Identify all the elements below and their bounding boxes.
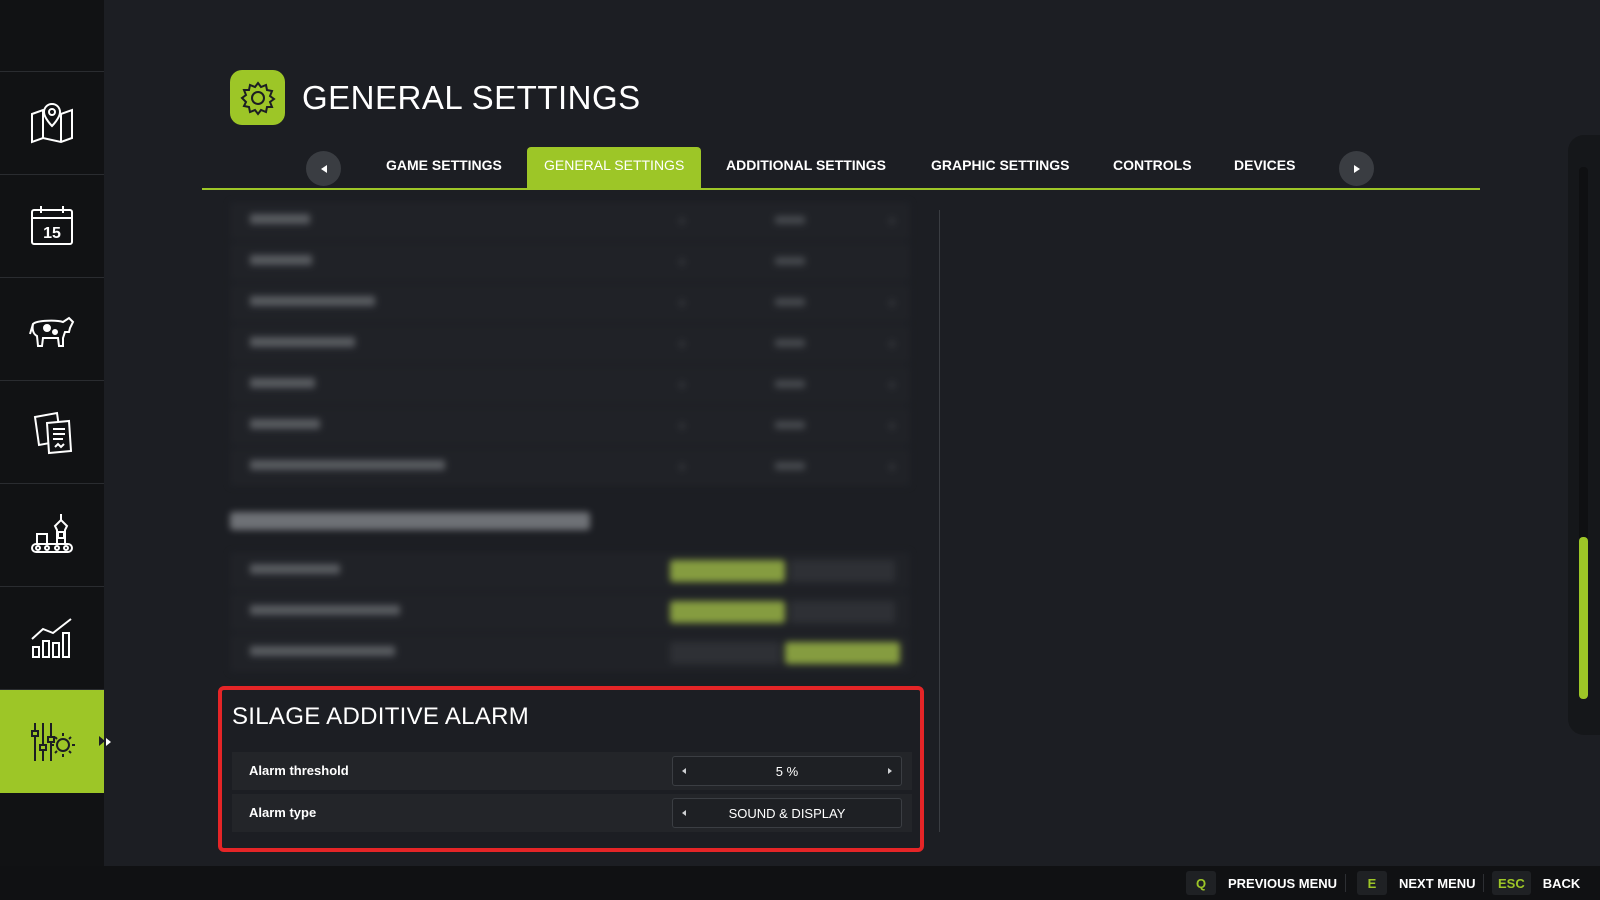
calendar-day: 15: [43, 225, 61, 242]
tab-prev-button[interactable]: [306, 151, 341, 186]
gear-icon: [230, 70, 285, 125]
cow-icon: [29, 316, 75, 347]
page-title: GENERAL SETTINGS: [302, 78, 641, 116]
hint-label: PREVIOUS MENU: [1228, 875, 1338, 891]
hint-previous-menu[interactable]: Q PREVIOUS MENU: [1186, 871, 1338, 895]
panel-divider: [939, 210, 940, 832]
selector-value: 5 %: [775, 764, 799, 779]
setting-row-alarm-type: Alarm type SOUND & DISPLAY: [232, 794, 912, 832]
tab-graphic-settings[interactable]: GRAPHIC SETTINGS: [931, 147, 1069, 188]
hint-next-menu[interactable]: E NEXT MENU: [1357, 871, 1476, 895]
sidebar-item-statistics[interactable]: [0, 587, 104, 690]
setting-label: Alarm threshold: [249, 763, 349, 778]
scrollbar-thumb[interactable]: [1579, 537, 1588, 699]
tab-controls[interactable]: CONTROLS: [1113, 147, 1192, 188]
key-badge: Q: [1186, 871, 1216, 895]
settings-icon: [31, 722, 75, 761]
hint-back[interactable]: ESC BACK: [1492, 871, 1581, 895]
key-badge: E: [1357, 871, 1387, 895]
sidebar-item-map[interactable]: [0, 72, 104, 175]
section-title: SILAGE ADDITIVE ALARM: [232, 703, 530, 730]
tab-game-settings[interactable]: GAME SETTINGS: [386, 147, 502, 188]
hint-divider: [1483, 874, 1484, 892]
sidebar-item-animals[interactable]: [0, 278, 104, 381]
calendar-icon: 15: [31, 206, 73, 245]
blurred-settings-list: [230, 200, 910, 680]
tab-next-button[interactable]: [1339, 151, 1374, 186]
hint-label: NEXT MENU: [1399, 875, 1476, 891]
setting-label: Alarm type: [249, 805, 317, 820]
tab-devices[interactable]: DEVICES: [1234, 147, 1295, 188]
hint-divider: [1345, 874, 1346, 892]
tab-additional-settings[interactable]: ADDITIONAL SETTINGS: [726, 147, 886, 188]
sidebar-item-settings[interactable]: [0, 690, 111, 793]
selector-value: SOUND & DISPLAY: [728, 806, 846, 821]
tab-bar: GAME SETTINGS GENERAL SETTINGS ADDITIONA…: [202, 147, 1480, 190]
setting-row-alarm-threshold: Alarm threshold 5 %: [232, 752, 912, 790]
alarm-threshold-selector[interactable]: 5 %: [672, 756, 902, 786]
sidebar-item-contracts[interactable]: [0, 381, 104, 484]
page-header: GENERAL SETTINGS: [230, 70, 641, 125]
sidebar: 15: [0, 0, 111, 866]
sidebar-top: [0, 0, 104, 72]
sidebar-item-calendar[interactable]: 15: [0, 175, 104, 278]
chevron-right-icon: [1353, 164, 1360, 173]
contracts-icon: [33, 411, 73, 455]
key-badge: ESC: [1492, 871, 1531, 895]
map-icon: [31, 102, 73, 144]
chevron-right-icon[interactable]: [888, 768, 892, 774]
hint-label: BACK: [1542, 875, 1581, 891]
statistics-icon: [31, 618, 72, 658]
active-indicator: [106, 738, 111, 746]
tab-general-settings[interactable]: GENERAL SETTINGS: [527, 147, 702, 188]
footer-hints: Q PREVIOUS MENU E NEXT MENU ESC BACK: [0, 866, 1600, 900]
chevron-left-icon: [320, 164, 327, 173]
sidebar-item-production[interactable]: [0, 484, 104, 587]
production-icon: [31, 514, 73, 553]
alarm-type-selector[interactable]: SOUND & DISPLAY: [672, 798, 902, 828]
